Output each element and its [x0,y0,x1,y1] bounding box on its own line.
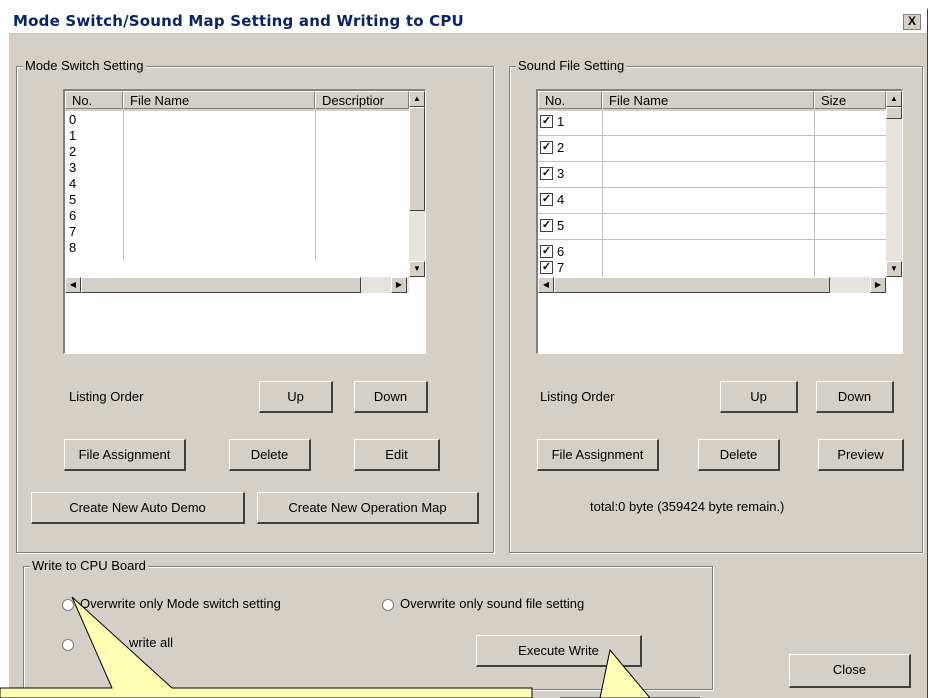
grid-divider [538,213,886,214]
list-item[interactable]: 6 [69,209,76,223]
list-item[interactable]: ✓ 7 [540,261,600,277]
scroll-thumb[interactable] [886,107,902,119]
list-item[interactable]: 0 [69,113,76,127]
checkbox-icon[interactable]: ✓ [540,167,553,180]
radio-overwrite-mode[interactable] [62,599,74,611]
radio-overwrite-all[interactable] [62,639,74,651]
create-operation-map-button[interactable]: Create New Operation Map [257,492,479,524]
list-item[interactable]: ✓ 5 [540,217,600,235]
close-button[interactable]: Close [789,654,911,688]
list-item[interactable]: ✓ 3 [540,165,600,183]
row-number: 2 [557,140,565,155]
create-auto-demo-button[interactable]: Create New Auto Demo [31,492,245,524]
list-item[interactable]: 5 [69,193,76,207]
mode-switch-list[interactable]: No. File Name Descriptior 0 1 2 3 4 5 6 … [63,89,426,354]
listing-order-label: Listing Order [540,389,615,404]
radio-overwrite-sound[interactable] [382,599,394,611]
checkbox-icon[interactable]: ✓ [540,245,553,258]
list-item[interactable]: ✓ 2 [540,139,600,157]
scroll-up-icon[interactable]: ▲ [409,91,425,107]
list-item[interactable]: ✓ 6 [540,243,600,261]
row-number: 7 [557,261,565,275]
sound-file-legend: Sound File Setting [516,58,627,73]
mode-down-button[interactable]: Down [354,381,428,413]
grid-divider [538,135,886,136]
sound-file-list[interactable]: No. File Name Size ✓ 1 ✓ 2 ✓ 3 ✓ 4 ✓ 5 ✓… [536,89,903,354]
col-no[interactable]: No. [65,91,123,109]
mode-switch-legend: Mode Switch Setting [23,58,146,73]
execute-write-button[interactable]: Execute Write [476,635,642,667]
grid-divider [538,161,886,162]
col-file-name[interactable]: File Name [602,91,814,109]
list-item[interactable]: 1 [69,129,76,143]
col-no[interactable]: No. [538,91,602,109]
list-item[interactable]: 8 [69,241,76,255]
mode-switch-list-header: No. File Name Descriptior [65,91,409,111]
scroll-left-icon[interactable]: ◀ [538,277,554,293]
mode-up-button[interactable]: Up [259,381,333,413]
row-number: 4 [557,192,565,207]
write-cpu-group: Write to CPU Board Overwrite only Mode s… [23,558,713,690]
scroll-thumb[interactable] [554,277,830,293]
list-item[interactable]: 7 [69,225,76,239]
checkbox-icon[interactable]: ✓ [540,219,553,232]
scroll-down-icon[interactable]: ▼ [886,261,902,277]
scroll-left-icon[interactable]: ◀ [65,277,81,293]
total-size-label: total:0 byte (359424 byte remain.) [590,499,785,514]
scroll-thumb[interactable] [409,107,425,211]
row-number: 3 [557,166,565,181]
mode-switch-group: Mode Switch Setting No. File Name Descri… [16,58,494,553]
mode-delete-button[interactable]: Delete [229,439,311,471]
scroll-up-icon[interactable]: ▲ [886,91,902,107]
grid-divider [315,111,316,261]
list-item[interactable]: 4 [69,177,76,191]
col-description[interactable]: Descriptior [315,91,409,109]
list-item[interactable]: 2 [69,145,76,159]
mode-switch-vscroll[interactable]: ▲ ▼ [409,91,425,277]
checkbox-icon[interactable]: ✓ [540,193,553,206]
overwrite-mode-label[interactable]: Overwrite only Mode switch setting [80,596,281,611]
mode-switch-hscroll[interactable]: ◀ ▶ [65,277,409,293]
mode-edit-button[interactable]: Edit [354,439,440,471]
sound-file-vscroll[interactable]: ▲ ▼ [886,91,902,277]
checkbox-icon[interactable]: ✓ [540,261,553,274]
checkbox-icon[interactable]: ✓ [540,115,553,128]
row-number: 1 [557,114,565,129]
row-number: 6 [557,244,565,259]
close-window-button[interactable]: X [903,14,921,30]
sound-file-group: Sound File Setting No. File Name Size ✓ … [509,58,923,553]
scroll-right-icon[interactable]: ▶ [391,277,407,293]
preview-button[interactable]: Preview [818,439,904,471]
grid-divider [538,187,886,188]
scroll-thumb[interactable] [81,277,361,293]
list-item[interactable]: ✓ 1 [540,113,600,131]
overwrite-sound-label[interactable]: Overwrite only sound file setting [400,596,584,611]
dialog-window: Mode Switch/Sound Map Setting and Writin… [8,8,928,698]
sound-file-assignment-button[interactable]: File Assignment [537,439,659,471]
grid-divider [123,111,124,261]
col-file-name[interactable]: File Name [123,91,315,109]
col-size[interactable]: Size [814,91,886,109]
list-item[interactable]: 3 [69,161,76,175]
window-title: Mode Switch/Sound Map Setting and Writin… [13,12,464,30]
sound-file-hscroll[interactable]: ◀ ▶ [538,277,886,293]
mode-file-assignment-button[interactable]: File Assignment [64,439,186,471]
scroll-right-icon[interactable]: ▶ [870,277,886,293]
scroll-down-icon[interactable]: ▼ [409,261,425,277]
sound-down-button[interactable]: Down [816,381,894,413]
sound-up-button[interactable]: Up [720,381,798,413]
list-item[interactable]: ✓ 4 [540,191,600,209]
checkbox-icon[interactable]: ✓ [540,141,553,154]
grid-divider [538,239,886,240]
sound-delete-button[interactable]: Delete [698,439,780,471]
write-cpu-legend: Write to CPU Board [30,558,148,573]
row-number: 5 [557,218,565,233]
listing-order-label: Listing Order [69,389,144,404]
sound-file-list-header: No. File Name Size [538,91,886,111]
overwrite-all-label[interactable]: write all [129,635,173,650]
title-bar: Mode Switch/Sound Map Setting and Writin… [9,9,927,34]
